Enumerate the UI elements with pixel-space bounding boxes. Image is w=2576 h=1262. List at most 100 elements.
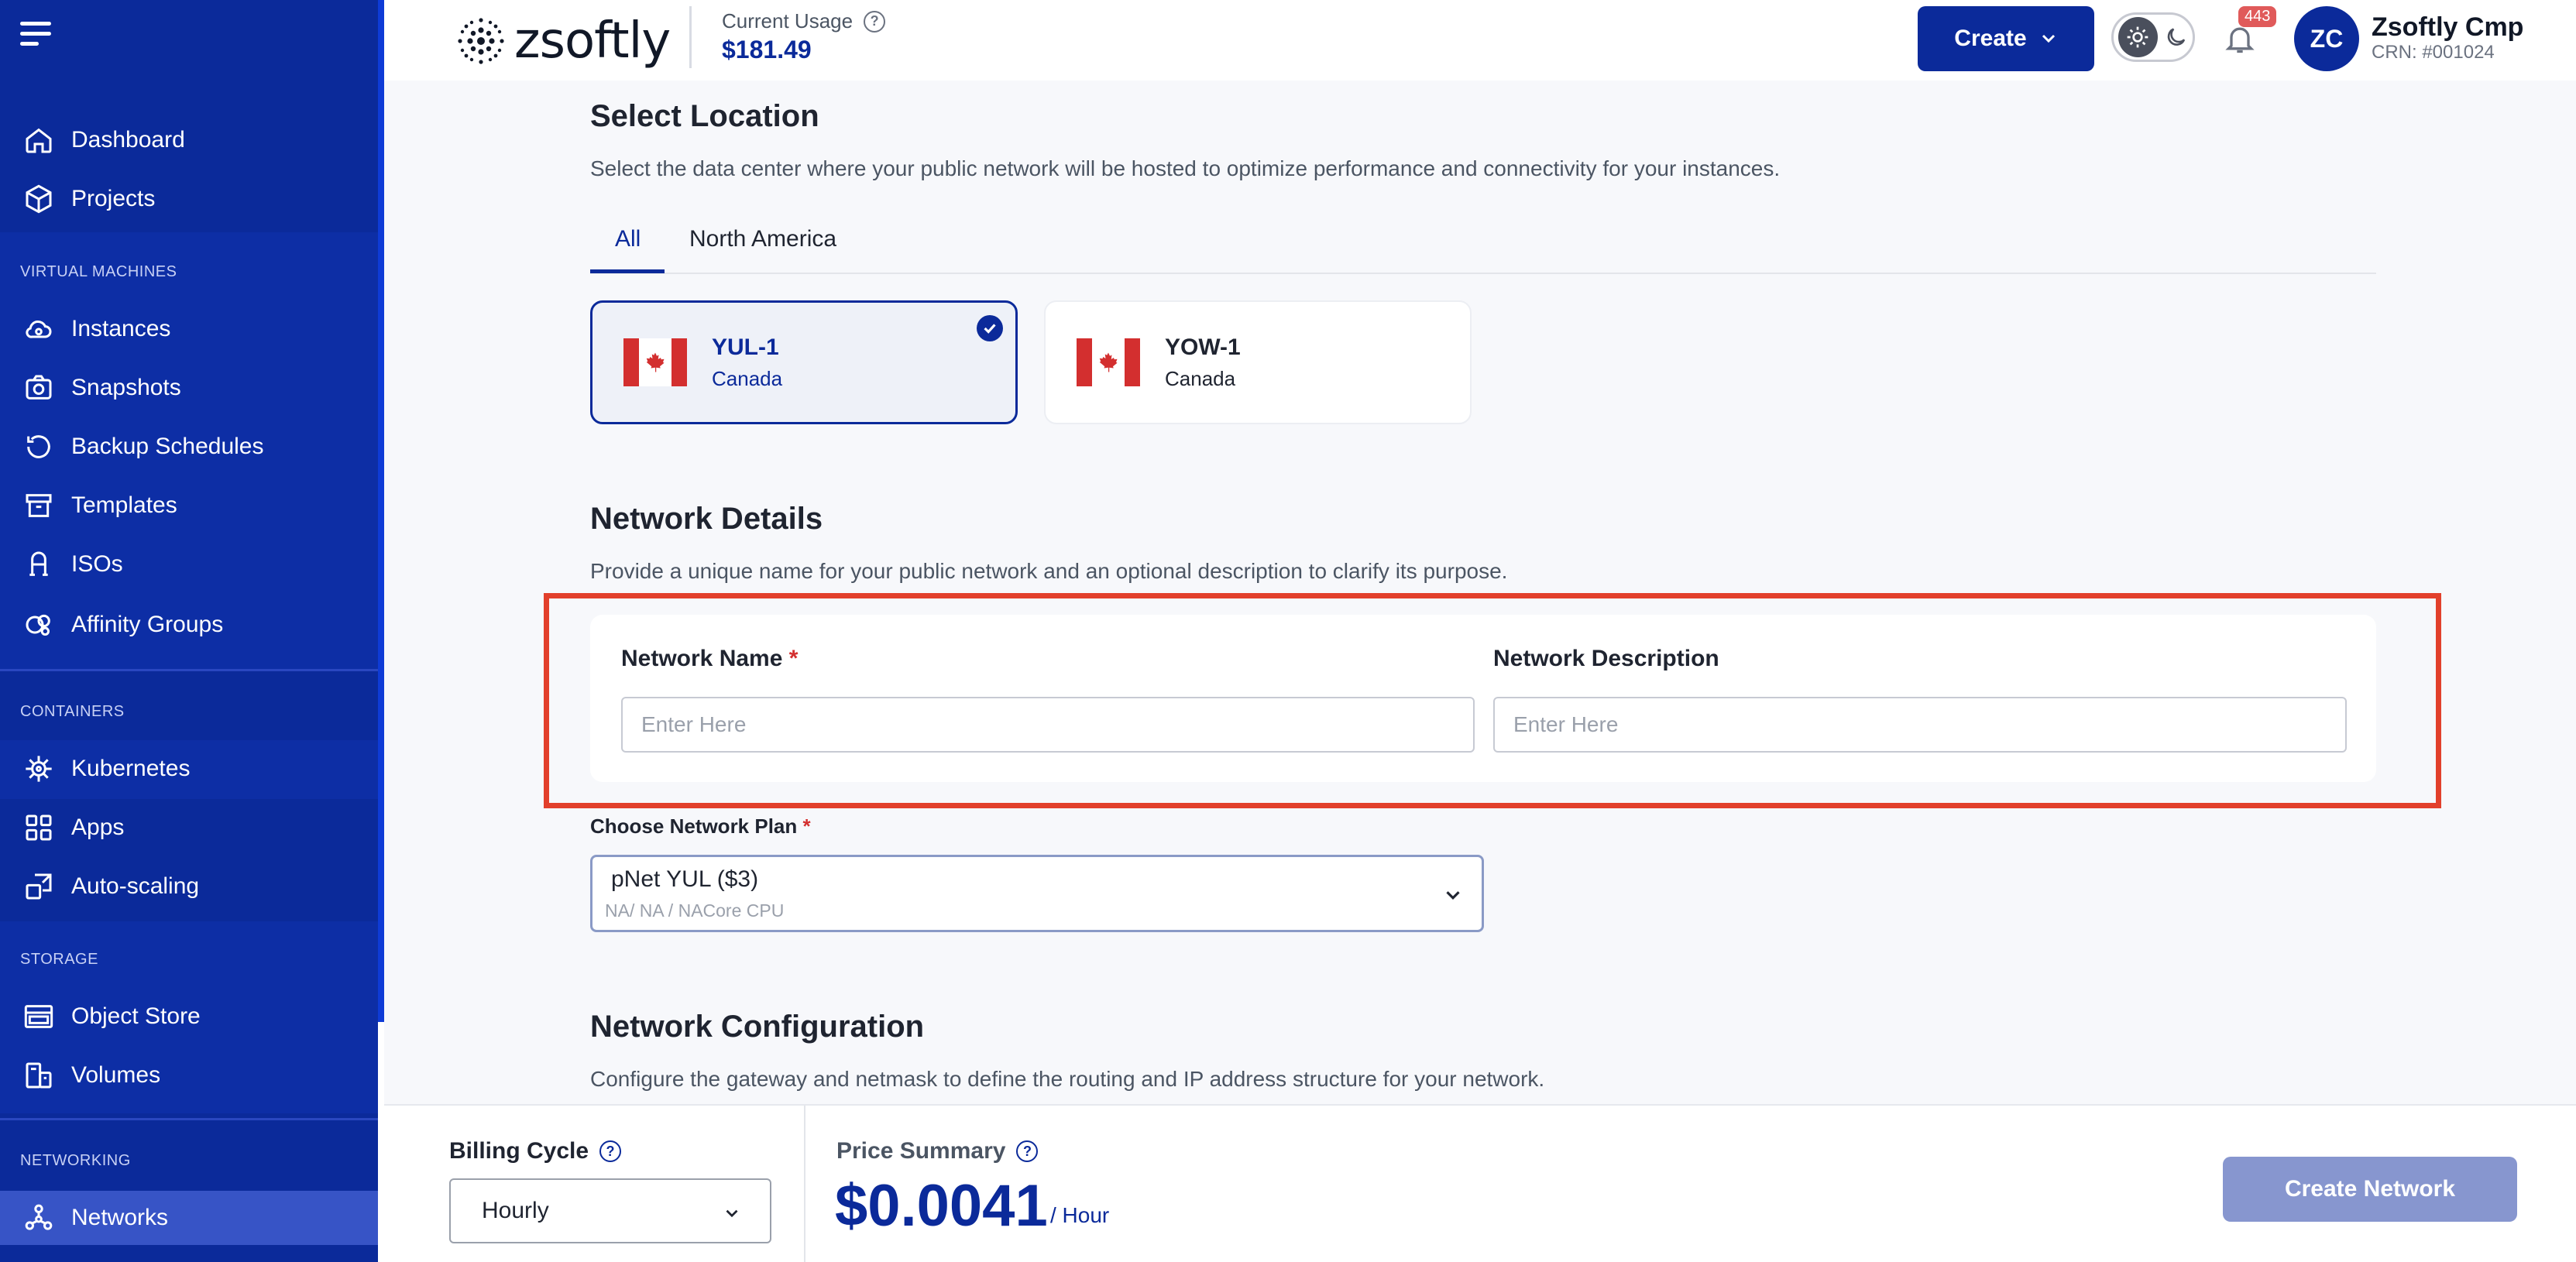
header-divider [689,6,692,68]
sidebar-item-kubernetes[interactable]: Kubernetes [0,742,378,796]
helm-icon [22,752,56,786]
sidebar-item-affinity-groups[interactable]: Affinity Groups [0,598,378,652]
sidebar-item-label: Snapshots [71,375,181,400]
sidebar-item-label: Kubernetes [71,756,191,781]
plan-subtext: NA/ NA / NACore CPU [605,900,785,921]
home-icon [22,123,56,157]
logo[interactable]: zsoftly [455,12,671,70]
chevron-down-icon [726,1209,738,1218]
sidebar-divider [0,1118,378,1120]
sidebar-item-label: Volumes [71,1062,161,1088]
sidebar-item-volumes[interactable]: Volumes [0,1048,378,1103]
sidebar-item-snapshots[interactable]: Snapshots [0,361,378,415]
moon-icon [2167,28,2185,46]
network-name-input[interactable] [621,697,1475,753]
history-icon [22,430,56,464]
network-plan-label: Choose Network Plan * [590,814,811,838]
notification-badge: 443 [2238,6,2277,27]
network-plan-label-text: Choose Network Plan [590,814,798,838]
logo-text: zsoftly [514,12,671,70]
sidebar-item-isos[interactable]: ISOs [0,537,378,592]
billing-cycle-select[interactable]: Hourly [449,1178,771,1243]
grid-icon [22,811,56,845]
volume-icon [22,1058,56,1092]
current-usage-value: $181.49 [722,36,812,63]
create-network-button[interactable]: Create Network [2223,1157,2517,1222]
sidebar-item-label: Backup Schedules [71,434,264,459]
sidebar-item-projects[interactable]: Projects [0,172,378,226]
create-button[interactable]: Create [1918,6,2094,71]
network-name-label-text: Network Name [621,646,783,671]
sidebar-item-auto-scaling[interactable]: Auto-scaling [0,859,378,914]
plan-selected-value: pNet YUL ($3) [611,866,759,892]
sidebar-item-object-store[interactable]: Object Store [0,989,378,1044]
sidebar-item-templates[interactable]: Templates [0,478,378,533]
section-label: VIRTUAL MACHINES [20,263,177,280]
sidebar-scrollbar-thumb[interactable] [378,0,384,1022]
sidebar-item-backup-schedules[interactable]: Backup Schedules [0,420,378,474]
sun-icon [2118,17,2158,57]
canada-flag-icon [623,338,687,386]
tab-all[interactable]: All [615,226,641,252]
sidebar-item-label: Templates [71,492,177,518]
user-name[interactable]: Zsoftly Cmp [2372,12,2523,43]
help-icon[interactable]: ? [599,1140,622,1162]
location-country: Canada [1165,366,1236,390]
section-title-network-details: Network Details [590,502,823,536]
avatar[interactable]: ZC [2294,6,2359,71]
sidebar-item-label: Instances [71,316,171,341]
storage-icon [22,1000,56,1034]
section-label: STORAGE [20,951,98,968]
network-name-label: Network Name * [621,646,798,672]
price-unit: / Hour [1050,1203,1110,1227]
current-usage-label: Current Usage ? [722,9,886,33]
location-code: YOW-1 [1165,334,1241,360]
logo-mark-icon [458,18,504,64]
chevron-down-icon [1446,891,1460,900]
help-icon[interactable]: ? [1016,1140,1039,1162]
bottom-summary-bar: Billing Cycle ? Hourly Price Summary ? $… [384,1104,2576,1262]
network-plan-select[interactable]: pNet YUL ($3) NA/ NA / NACore CPU [590,855,1484,932]
active-tab-indicator [590,269,665,273]
user-crn: CRN: #001024 [2372,42,2495,63]
cube-icon [22,182,56,216]
theme-toggle[interactable] [2111,12,2195,62]
section-description-network-configuration: Configure the gateway and netmask to def… [590,1067,1545,1091]
create-button-label: Create [1954,26,2027,51]
affinity-icon [22,608,56,642]
canada-flag-icon [1077,338,1140,386]
help-icon[interactable]: ? [864,10,886,33]
location-country: Canada [712,366,783,390]
sidebar-item-apps[interactable]: Apps [0,801,378,855]
section-title-location: Select Location [590,99,819,133]
network-description-input[interactable] [1493,697,2347,753]
sidebar-item-label: Affinity Groups [71,612,224,637]
sidebar: Dashboard Projects VIRTUAL MACHINES Inst… [0,0,384,1262]
sidebar-item-label: Projects [71,186,156,211]
location-card-yul-1[interactable]: YUL-1 Canada [590,300,1018,424]
checkmark-icon [977,315,1003,341]
sidebar-item-label: ISOs [71,551,123,577]
menu-icon[interactable] [20,22,51,48]
sidebar-item-instances[interactable]: Instances [0,302,378,356]
cloud-icon [22,312,56,346]
chevron-down-icon [2042,34,2055,43]
billing-cycle-label: Billing Cycle ? [449,1138,622,1164]
billing-cycle-label-text: Billing Cycle [449,1138,589,1164]
section-label: NETWORKING [20,1152,131,1169]
price-summary-label: Price Summary ? [836,1138,1039,1164]
sidebar-item-dashboard[interactable]: Dashboard [0,113,378,167]
required-mark: * [802,814,811,838]
sidebar-item-networks[interactable]: Networks [0,1191,378,1245]
sidebar-item-label: Networks [71,1205,169,1230]
tab-north-america[interactable]: North America [689,226,836,252]
sidebar-item-label: Auto-scaling [71,873,200,899]
section-description-location: Select the data center where your public… [590,156,1781,180]
sidebar-divider [0,669,378,671]
scale-icon [22,869,56,904]
location-card-yow-1[interactable]: YOW-1 Canada [1044,300,1472,424]
disc-drive-icon [22,547,56,581]
sidebar-item-label: Dashboard [71,127,185,153]
price-summary-label-text: Price Summary [836,1138,1006,1164]
sidebar-item-label: Object Store [71,1003,201,1029]
